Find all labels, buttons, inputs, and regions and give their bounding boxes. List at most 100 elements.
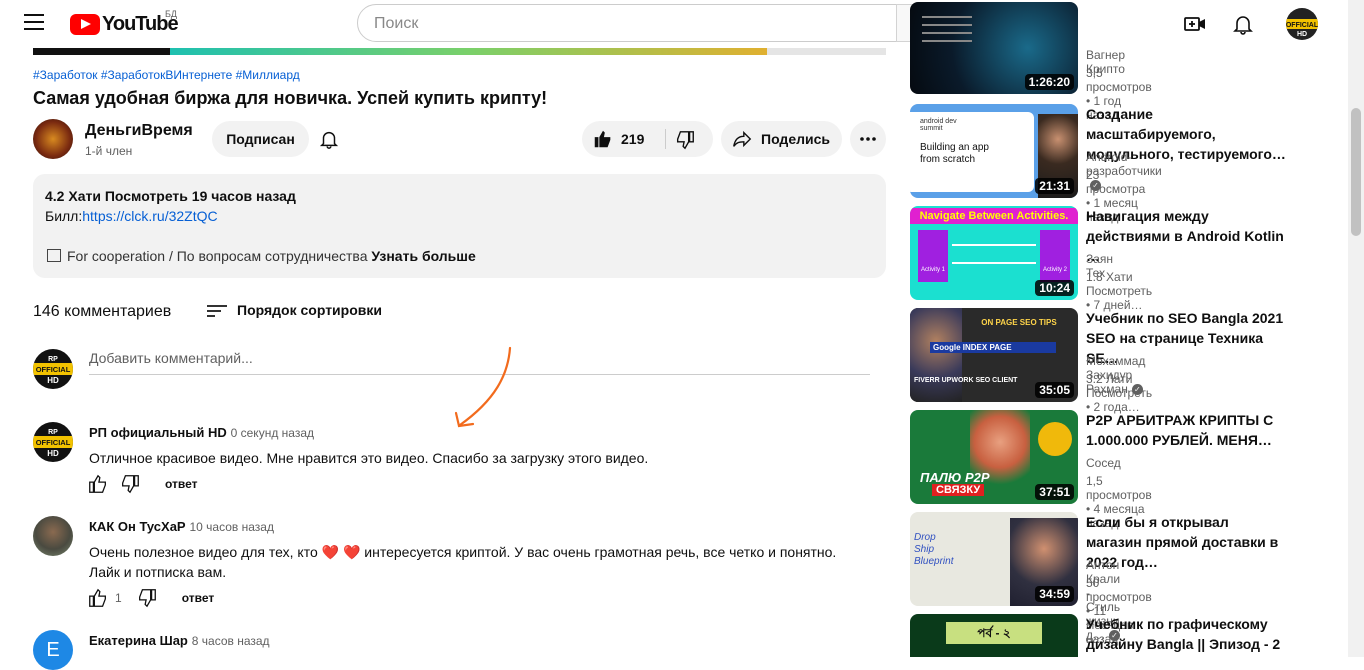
video-duration: 35:05 <box>1035 382 1074 398</box>
reply-button[interactable]: ответ <box>182 591 215 605</box>
notifications-bell-icon[interactable] <box>1231 12 1255 36</box>
comment-author[interactable]: КАК Он ТусХаР <box>89 519 186 534</box>
video-title: Самая удобная биржа для новичка. Успей к… <box>33 88 548 108</box>
youtube-logo[interactable]: YouTube БД <box>70 9 179 35</box>
thumbnail-coin <box>1038 422 1072 456</box>
video-hashtags[interactable]: #Заработок #ЗаработокВИнтернете #Миллиар… <box>33 68 300 82</box>
share-label: Поделись <box>761 131 830 147</box>
scrollbar-thumb[interactable] <box>1351 108 1361 236</box>
official-hd-logo-icon: RP OFFICIAL HD <box>36 356 71 385</box>
comment: РП официальный HD 0 секунд назад Отлично… <box>89 424 648 468</box>
video-thumbnail[interactable]: Navigate Between Activities. Activity 1 … <box>910 206 1078 300</box>
recommended-meta: 1.8 Хати Посмотреть • 7 дней… <box>1086 270 1153 312</box>
thumbs-up-icon[interactable] <box>87 587 109 609</box>
svg-text:RP: RP <box>48 429 58 436</box>
recommended-title[interactable]: Учебник по графическому дизайну Bangla |… <box>1086 614 1286 654</box>
thumbs-down-icon[interactable] <box>136 587 158 609</box>
video-progress-bar[interactable] <box>33 48 886 55</box>
thumbnail-text: Drop Ship Blueprint <box>914 532 954 567</box>
description-link[interactable]: https://clck.ru/32ZtQC <box>82 208 217 224</box>
thumbnail-text: ON PAGE SEO TIPS <box>981 318 1057 327</box>
sort-label: Порядок сортировки <box>237 302 382 318</box>
heart-emoji: ❤️ ❤️ <box>321 544 361 560</box>
thumbs-down-icon[interactable] <box>119 473 141 495</box>
notification-bell-icon[interactable] <box>318 128 340 150</box>
subscribed-label: Подписан <box>226 131 295 147</box>
recommended-meta: 3.2 Лати Посмотреть • 2 года… <box>1086 372 1153 414</box>
more-horizontal-icon <box>860 137 876 141</box>
video-thumbnail[interactable]: ПАЛЮ P2P СВЯЗКУ 37:51 <box>910 410 1078 504</box>
video-thumbnail[interactable]: 1:26:20 <box>910 2 1078 94</box>
comment: Екатерина Шар 8 часов назад <box>89 632 270 648</box>
comment-time[interactable]: 0 секунд назад <box>231 426 314 440</box>
account-avatar[interactable]: OFFICIAL HD <box>1286 8 1318 40</box>
thumbnail-menu-graphic <box>922 10 972 70</box>
comment-text-part: Очень полезное видео для тех, кто <box>89 544 318 560</box>
thumbnail-line <box>952 244 1036 246</box>
share-button[interactable]: Поделись <box>721 121 842 157</box>
thumbnail-text: Building an app from scratch <box>920 142 989 165</box>
video-thumbnail[interactable]: ON PAGE SEO TIPS Google INDEX PAGE FIVER… <box>910 308 1078 402</box>
like-divider <box>665 129 666 149</box>
thumbnail-person <box>910 308 962 402</box>
svg-text:RP: RP <box>48 356 58 363</box>
thumbnail-text: СВЯЗКУ <box>932 484 985 496</box>
comment-avatar[interactable] <box>33 516 73 556</box>
video-player-bottom <box>33 48 170 55</box>
like-button[interactable]: 219 <box>582 121 665 157</box>
svg-text:HD: HD <box>47 376 59 385</box>
recommended-title[interactable]: Навигация между действиями в Android Kot… <box>1086 206 1286 266</box>
comment-time[interactable]: 8 часов назад <box>192 634 270 648</box>
menu-icon[interactable] <box>24 14 44 32</box>
sort-comments-button[interactable]: Порядок сортировки <box>207 302 382 320</box>
channel-name[interactable]: ДеньгиВремя <box>85 122 193 140</box>
comment-author[interactable]: Екатерина Шар <box>89 633 188 648</box>
reply-button[interactable]: ответ <box>165 477 198 491</box>
video-progress-fill <box>170 48 767 55</box>
create-video-icon[interactable] <box>1183 12 1207 36</box>
video-thumbnail[interactable]: android dev summit Building an app from … <box>910 104 1078 198</box>
thumbnail-card: android dev summit Building an app from … <box>910 112 1034 192</box>
comment-like-count: 1 <box>115 591 122 605</box>
masthead: YouTube БД Поиск OFFICIAL HD <box>0 0 1364 48</box>
description-more-button[interactable]: Узнать больше <box>371 248 475 264</box>
comment: КАК Он ТусХаР 10 часов назад Очень полез… <box>89 518 836 582</box>
video-duration: 10:24 <box>1035 280 1074 296</box>
more-actions-button[interactable] <box>850 121 886 157</box>
annotation-arrow-icon <box>454 346 512 428</box>
search-input[interactable]: Поиск <box>357 4 897 42</box>
official-hd-logo-icon: OFFICIAL HD <box>1286 22 1318 38</box>
channel-avatar[interactable] <box>33 119 73 159</box>
svg-text:OFFICIAL: OFFICIAL <box>36 365 71 374</box>
comment-avatar[interactable]: Е <box>33 630 73 670</box>
comment-time[interactable]: 10 часов назад <box>190 520 274 534</box>
thumbs-up-icon[interactable] <box>87 473 109 495</box>
video-duration: 21:31 <box>1035 178 1074 194</box>
thumbnail-text: Navigate Between Activities. <box>910 208 1078 224</box>
thumbnail-text: FIVERR UPWORK SEO CLIENT <box>914 377 1018 384</box>
thumbnail-text: ПАЛЮ P2P <box>920 470 990 485</box>
video-duration: 34:59 <box>1035 586 1074 602</box>
like-dislike-group: 219 <box>582 121 713 157</box>
page-scrollbar[interactable] <box>1348 0 1364 657</box>
thumbs-up-icon <box>594 130 611 148</box>
comment-author[interactable]: РП официальный HD <box>89 425 227 440</box>
thumbnail-text: পর্ব - ২ <box>946 622 1042 644</box>
description-cooperation-line: For cooperation / По вопросам сотрудниче… <box>67 248 476 264</box>
video-thumbnail[interactable]: Drop Ship Blueprint 34:59 <box>910 512 1078 606</box>
thumbs-down-icon[interactable] <box>674 129 696 151</box>
recommended-title[interactable]: P2P АРБИТРАЖ КРИПТЫ С 1.000.000 РУБЛЕЙ. … <box>1086 410 1286 450</box>
gift-icon <box>47 249 61 262</box>
search-placeholder: Поиск <box>374 15 419 32</box>
svg-text:HD: HD <box>47 449 59 458</box>
recommended-channel: Сосед <box>1086 456 1121 470</box>
video-thumbnail[interactable]: পর্ব - ২ <box>910 614 1078 657</box>
official-hd-logo-icon: RP OFFICIAL HD <box>36 429 71 458</box>
my-avatar: RP OFFICIAL HD <box>33 349 73 389</box>
share-icon <box>733 130 752 148</box>
subscribed-button[interactable]: Подписан <box>212 121 309 157</box>
comment-avatar[interactable]: RP OFFICIAL HD <box>33 422 73 462</box>
thumbnail-activity-2: Activity 2 <box>1040 230 1070 282</box>
video-description[interactable]: 4.2 Хати Посмотреть 19 часов назад Билл:… <box>33 174 886 278</box>
thumbnail-line <box>952 262 1036 264</box>
